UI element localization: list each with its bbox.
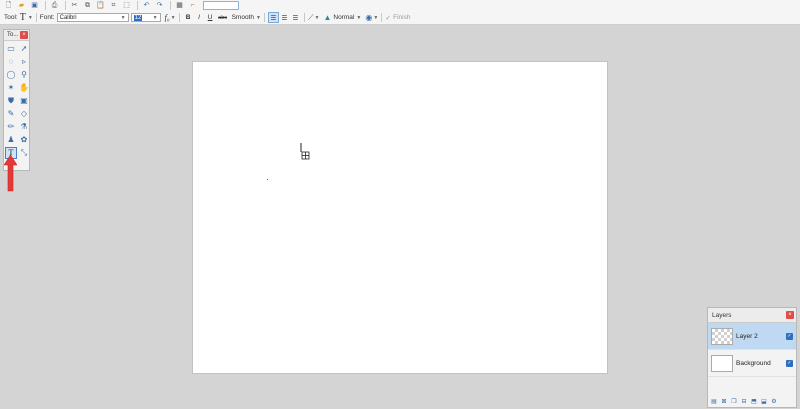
- font-select-value: Calibri: [59, 14, 77, 21]
- move-selection-tool-icon[interactable]: ▹: [18, 56, 30, 68]
- chevron-down-icon[interactable]: ▼: [28, 15, 33, 21]
- layer-properties-icon[interactable]: ⚙: [770, 397, 778, 405]
- font-select[interactable]: Calibri ▼: [56, 13, 129, 22]
- paste-icon[interactable]: 📋: [95, 1, 106, 11]
- main-toolbar: 🗋 ▰ ▣ ⎙ ✂ ⧉ 📋 ⌗ ⬚ ↶ ↷ ▦ ⌐: [0, 0, 800, 11]
- layers-panel-title: Layers: [712, 311, 732, 319]
- chevron-down-icon[interactable]: ▼: [356, 15, 361, 21]
- finish-button[interactable]: Finish: [393, 14, 410, 21]
- new-icon[interactable]: 🗋: [3, 1, 14, 11]
- color-picker-tool-icon[interactable]: ⚗: [18, 121, 30, 133]
- tools-panel-header[interactable]: To... ×: [4, 30, 29, 41]
- move-layer-down-icon[interactable]: ⬓: [760, 397, 768, 405]
- align-center-icon[interactable]: ☰: [279, 12, 290, 23]
- italic-button[interactable]: I: [194, 12, 205, 23]
- zoom-tool-icon[interactable]: ⚲: [18, 69, 30, 81]
- font-family-icon[interactable]: f₀: [165, 13, 170, 22]
- lasso-select-tool-icon[interactable]: ◌: [5, 56, 17, 68]
- eraser-tool-icon[interactable]: ◇: [18, 108, 30, 120]
- undo-icon[interactable]: ↶: [141, 1, 152, 11]
- selection-clipping-icon[interactable]: ◉: [365, 13, 372, 22]
- layers-panel: Layers × Layer 2 ✓ Background ✓ ▤ ⊠ ❐ ⊟ ⬒ ⬓…: [707, 307, 797, 408]
- line-curve-tool-icon[interactable]: ⤡: [18, 147, 30, 159]
- layer-visibility-checkbox[interactable]: ✓: [786, 332, 793, 340]
- chevron-down-icon: ▼: [120, 14, 126, 21]
- align-right-icon[interactable]: ☰: [290, 12, 301, 23]
- blend-mode-select[interactable]: Normal: [333, 14, 354, 21]
- bold-button[interactable]: B: [183, 12, 194, 23]
- recolor-tool-icon[interactable]: ✿: [18, 134, 30, 146]
- chevron-down-icon[interactable]: ▼: [315, 15, 320, 21]
- copy-icon[interactable]: ⧉: [82, 1, 93, 11]
- gradient-tool-icon[interactable]: ▣: [18, 95, 30, 107]
- tools-panel: To... × ▭ ➚ ◌ ▹ ◯ ⚲ ✶ ✋ ⛊ ▣ ✎ ◇ ✏ ⚗ ♟ ✿ T ⤡: [3, 29, 30, 171]
- image-canvas[interactable]: [192, 61, 608, 374]
- move-handle-icon[interactable]: [301, 151, 310, 160]
- font-label: Font:: [39, 14, 55, 21]
- pan-tool-icon[interactable]: ✋: [18, 82, 30, 94]
- layer-thumbnail: [711, 354, 733, 372]
- rectangle-select-tool-icon[interactable]: ▭: [5, 43, 17, 55]
- align-left-icon[interactable]: ☰: [267, 12, 279, 23]
- merge-layer-icon[interactable]: ⊟: [740, 397, 748, 405]
- close-icon[interactable]: ×: [20, 31, 28, 39]
- strikethrough-button[interactable]: abc: [216, 12, 230, 23]
- save-icon[interactable]: ▣: [29, 1, 40, 11]
- font-size-value: 12: [133, 14, 143, 21]
- layers-panel-header[interactable]: Layers ×: [708, 308, 796, 323]
- paint-bucket-tool-icon[interactable]: ⛊: [5, 95, 17, 107]
- chevron-down-icon[interactable]: ▼: [256, 15, 261, 21]
- ruler-icon[interactable]: ⌐: [187, 1, 198, 11]
- move-selected-tool-icon[interactable]: ➚: [18, 43, 30, 55]
- canvas-overlay: [267, 143, 310, 180]
- close-icon[interactable]: ×: [786, 311, 794, 319]
- crop-icon[interactable]: ⌗: [108, 1, 119, 11]
- duplicate-layer-icon[interactable]: ❐: [730, 397, 738, 405]
- redo-icon[interactable]: ↷: [154, 1, 165, 11]
- layers-list: Layer 2 ✓ Background ✓: [708, 323, 796, 377]
- text-tool-icon[interactable]: T: [20, 12, 26, 23]
- delete-layer-icon[interactable]: ⊠: [720, 397, 728, 405]
- add-layer-icon[interactable]: ▤: [710, 397, 718, 405]
- deselect-icon[interactable]: ⬚: [121, 1, 132, 11]
- font-size-select[interactable]: 12 ▼: [130, 13, 161, 22]
- blend-mode-icon[interactable]: ▲: [324, 13, 332, 22]
- color-swatch[interactable]: [203, 1, 239, 10]
- layer-thumbnail: [711, 327, 733, 345]
- underline-button[interactable]: U: [205, 12, 216, 23]
- antialias-select[interactable]: Smooth: [232, 14, 254, 21]
- magic-wand-tool-icon[interactable]: ✶: [5, 82, 17, 94]
- layer-name: Background: [736, 359, 771, 367]
- layer-row[interactable]: Layer 2 ✓: [708, 323, 796, 350]
- ellipse-select-tool-icon[interactable]: ◯: [5, 69, 17, 81]
- chevron-down-icon: ▼: [152, 14, 158, 21]
- annotation-arrow-icon: [4, 155, 17, 192]
- cut-icon[interactable]: ✂: [69, 1, 80, 11]
- pencil-tool-icon[interactable]: ✏: [5, 121, 17, 133]
- grid-icon[interactable]: ▦: [174, 1, 185, 11]
- tools-grid: ▭ ➚ ◌ ▹ ◯ ⚲ ✶ ✋ ⛊ ▣ ✎ ◇ ✏ ⚗ ♟ ✿ T ⤡: [4, 41, 29, 160]
- layer-visibility-checkbox[interactable]: ✓: [786, 359, 793, 367]
- chevron-down-icon[interactable]: ▼: [373, 15, 378, 21]
- checkmark-icon: ✓: [385, 14, 392, 22]
- clone-stamp-tool-icon[interactable]: ♟: [5, 134, 17, 146]
- antialiasing-icon[interactable]: ⟋: [308, 13, 314, 23]
- print-icon[interactable]: ⎙: [49, 1, 60, 11]
- tools-panel-title: To...: [7, 32, 19, 38]
- layer-name: Layer 2: [736, 332, 758, 340]
- open-icon[interactable]: ▰: [16, 1, 27, 11]
- canvas-dot: [267, 179, 268, 180]
- layer-row[interactable]: Background ✓: [708, 350, 796, 377]
- move-layer-up-icon[interactable]: ⬒: [750, 397, 758, 405]
- paintbrush-tool-icon[interactable]: ✎: [5, 108, 17, 120]
- chevron-down-icon[interactable]: ▼: [171, 15, 176, 21]
- tool-options-bar: Tool: T ▼ Font: Calibri ▼ 12 ▼ f₀ ▼ B I …: [0, 11, 800, 25]
- tool-label: Tool:: [4, 14, 18, 21]
- layers-actions: ▤ ⊠ ❐ ⊟ ⬒ ⬓ ⚙: [710, 397, 778, 405]
